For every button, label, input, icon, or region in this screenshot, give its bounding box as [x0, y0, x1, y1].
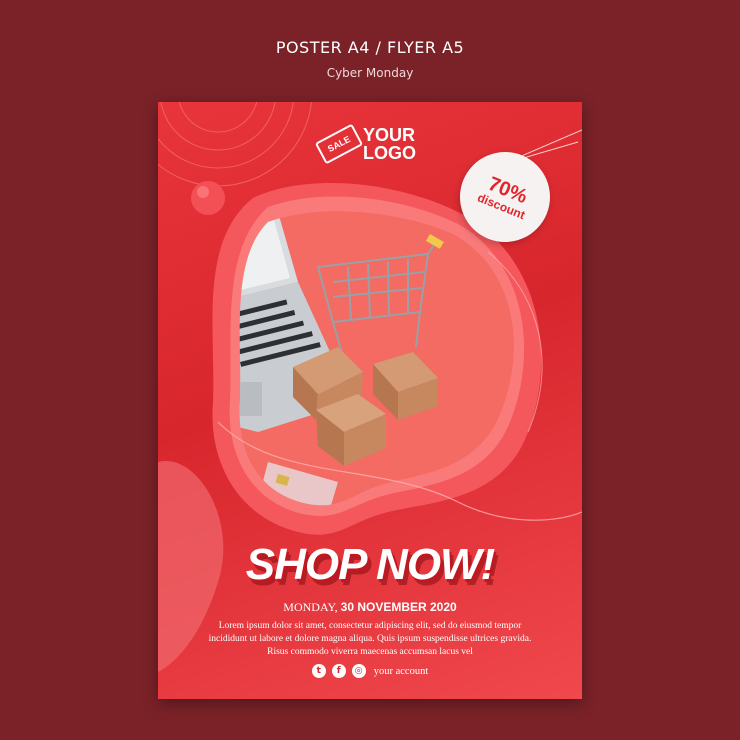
social-row: t f ◎ your account — [158, 664, 582, 678]
social-account: your account — [373, 665, 429, 677]
logo-line2: LOGO — [363, 143, 416, 163]
date-prefix: MONDAY, — [283, 600, 338, 614]
body-text: Lorem ipsum dolor sit amet, consectetur … — [208, 621, 532, 657]
facebook-icon: f — [331, 664, 346, 678]
header-subtitle: Cyber Monday — [326, 66, 414, 80]
ripple-arcs — [158, 102, 312, 187]
decorative-sphere — [191, 181, 225, 215]
logo-line1: YOUR — [363, 125, 416, 145]
twitter-icon: t — [311, 664, 326, 678]
poster: SALE YOUR LOGO 70% discount SHOP NOW! MO… — [158, 102, 582, 699]
logo-text: YOUR LOGO — [363, 126, 416, 162]
event-date: MONDAY, 30 NOVEMBER 2020 — [158, 600, 582, 615]
instagram-icon: ◎ — [351, 664, 366, 678]
date-bold: 30 NOVEMBER 2020 — [340, 600, 457, 614]
headline: SHOP NOW! — [245, 540, 495, 589]
header-title: POSTER A4 / FLYER A5 — [275, 38, 465, 57]
